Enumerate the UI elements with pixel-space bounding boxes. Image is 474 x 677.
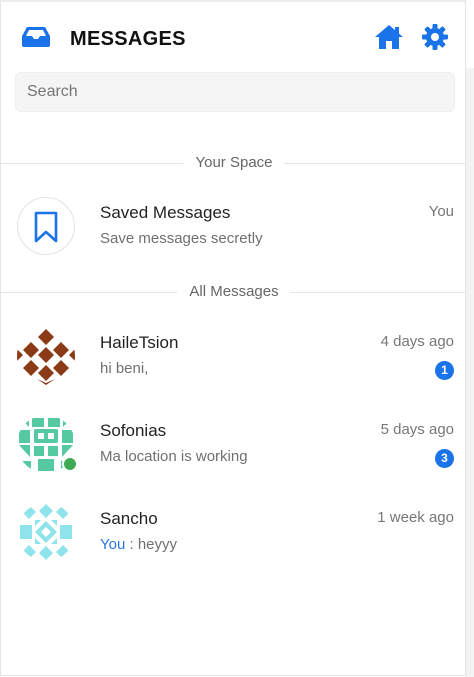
unread-count-badge: 1	[435, 361, 454, 380]
conversation-time: 5 days ago	[380, 421, 454, 438]
search-input[interactable]	[15, 72, 455, 112]
home-icon[interactable]	[374, 24, 404, 50]
conversation-time: 1 week ago	[377, 509, 454, 526]
online-status-dot	[62, 456, 78, 472]
conversation-item[interactable]: HaileTsion hi beni, 4 days ago 1	[1, 327, 467, 407]
saved-messages-item[interactable]: Saved Messages Save messages secretly Yo…	[1, 197, 467, 277]
avatar	[17, 327, 75, 385]
conversation-preview: hi beni,	[100, 360, 149, 377]
identicon-avatar	[17, 327, 75, 385]
header: MESSAGES	[1, 2, 467, 72]
conversation-name: Sofonias	[100, 421, 167, 440]
page-title: MESSAGES	[70, 28, 186, 50]
conversation-time: 4 days ago	[380, 333, 454, 350]
identicon-avatar	[17, 503, 75, 561]
preview-separator: :	[125, 536, 138, 553]
section-label: All Messages	[177, 283, 291, 300]
unread-count-badge: 3	[435, 449, 454, 468]
conversation-name: Sancho	[100, 509, 158, 528]
scrollbar[interactable]	[466, 68, 474, 677]
conversation-item[interactable]: Sancho You : heyyy 1 week ago	[1, 503, 467, 583]
preview-sender: You	[100, 536, 126, 553]
conversation-item[interactable]: Sofonias Ma location is working 5 days a…	[1, 415, 467, 495]
conversation-preview: Save messages secretly	[100, 230, 263, 247]
avatar	[17, 503, 75, 561]
preview-text: heyyy	[137, 536, 178, 553]
section-divider-your-space: Your Space	[1, 153, 467, 173]
conversation-name: HaileTsion	[100, 333, 179, 352]
inbox-tray-icon	[22, 27, 50, 47]
bookmark-icon	[34, 211, 58, 243]
section-label: Your Space	[183, 154, 285, 171]
conversation-preview: You : heyyy	[100, 536, 177, 553]
conversation-name: Saved Messages	[100, 203, 231, 222]
saved-messages-avatar	[17, 197, 75, 255]
gear-icon[interactable]	[422, 24, 448, 50]
messages-panel: MESSAGES Your Space Saved Messages	[0, 0, 467, 676]
conversation-preview: Ma location is working	[100, 448, 248, 465]
conversation-time: You	[428, 203, 454, 220]
section-divider-all-messages: All Messages	[1, 282, 467, 302]
